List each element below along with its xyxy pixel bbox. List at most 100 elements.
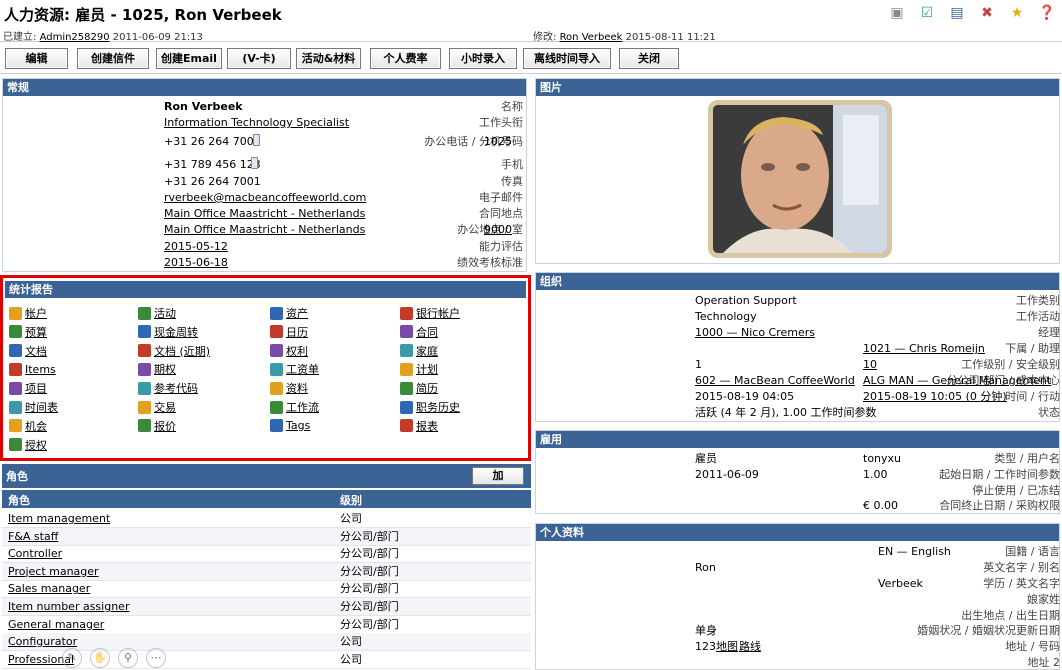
field-extra: tonyxu	[863, 452, 902, 465]
field-value: 2015-08-19 04:05	[695, 390, 795, 403]
field-extra[interactable]: ALG MAN — General Management	[863, 373, 1051, 388]
stats-item[interactable]: 报价	[138, 417, 176, 435]
edit-button[interactable]: 编辑	[5, 48, 68, 69]
stats-item[interactable]: 职务历史	[400, 398, 460, 416]
field-value[interactable]: Main Office Maastricht - Netherlands	[164, 206, 365, 221]
modified-by-link[interactable]: Ron Verbeek	[560, 32, 623, 43]
created-by-link[interactable]: Admin258290	[40, 32, 110, 43]
stats-item[interactable]: 报表	[400, 417, 438, 435]
stats-item-label: 授权	[25, 438, 47, 452]
stats-item[interactable]: 期权	[138, 360, 176, 378]
field-value[interactable]: 2015-05-12	[164, 239, 228, 254]
stats-item[interactable]: 文档 (近期)	[138, 342, 210, 360]
role-name-link[interactable]: General manager	[8, 616, 104, 633]
field-extra[interactable]: 9000	[484, 222, 512, 237]
tools-icon[interactable]: ✖	[978, 4, 996, 22]
star-icon[interactable]: ★	[1008, 4, 1026, 22]
create-letter-button[interactable]: 创建信件	[77, 48, 149, 69]
stats-item[interactable]: 时间表	[9, 398, 58, 416]
report-icon	[9, 381, 22, 395]
stats-item[interactable]: 交易	[138, 398, 176, 416]
field-value: +31 26 264 7000	[164, 135, 261, 148]
table-row: F&A staff 分公司/部门	[2, 527, 531, 546]
activities-materials-button[interactable]: 活动&材料	[296, 48, 361, 69]
route-link[interactable]: 路线	[739, 639, 761, 654]
stats-item[interactable]: 合同	[400, 323, 438, 341]
role-name-link[interactable]: Sales manager	[8, 580, 90, 597]
personal-field: 娘家姓	[535, 592, 1060, 607]
help-icon[interactable]: ❓	[1038, 4, 1056, 22]
stats-item-label: 现金周转	[154, 325, 198, 339]
hours-entry-button[interactable]: 小时录入	[449, 48, 517, 69]
stats-item[interactable]: 工作流	[270, 398, 319, 416]
stats-item[interactable]: 参考代码	[138, 379, 198, 397]
report-icon	[9, 400, 22, 414]
stats-item[interactable]: 简历	[400, 379, 438, 397]
field-extra: 1.00	[863, 468, 888, 481]
map-link[interactable]: 地图	[716, 639, 738, 654]
stats-item[interactable]: Items	[9, 360, 56, 378]
role-name-link[interactable]: Controller	[8, 545, 62, 562]
field-extra[interactable]: 1021 — Chris Romeijn	[863, 341, 985, 356]
phone-icon[interactable]	[253, 134, 260, 146]
create-email-button[interactable]: 创建Email	[156, 48, 222, 69]
edit-circle-icon[interactable]: ✎	[62, 648, 82, 668]
stats-item-label: 项目	[25, 382, 47, 396]
field-value[interactable]: 602 — MacBean CoffeeWorld	[695, 373, 855, 388]
field-value[interactable]: 2015-06-18	[164, 255, 228, 270]
role-level: 分公司/部门	[340, 529, 399, 543]
role-name-link[interactable]: Project manager	[8, 563, 99, 580]
stats-item-label: 文档 (近期)	[154, 344, 211, 358]
more-icon[interactable]: ⋯	[146, 648, 166, 668]
checklist-icon[interactable]: ☑	[918, 4, 936, 22]
table-row: Controller 分公司/部门	[2, 545, 531, 564]
stats-item[interactable]: 活动	[138, 304, 176, 322]
stats-item[interactable]: 帐户	[9, 304, 47, 322]
stats-item[interactable]: 现金周转	[138, 323, 198, 341]
role-name-link[interactable]: Item management	[8, 510, 110, 527]
report-icon	[400, 344, 413, 358]
stats-item[interactable]: 家庭	[400, 342, 438, 360]
stats-item[interactable]: 工资单	[270, 360, 319, 378]
stats-item[interactable]: 项目	[9, 379, 47, 397]
phone-icon[interactable]	[251, 157, 258, 169]
stats-item[interactable]: 资产	[270, 304, 308, 322]
report-icon	[400, 362, 413, 376]
stats-item[interactable]: 预算	[9, 323, 47, 341]
modified-label: 修改:	[533, 32, 557, 43]
database-icon[interactable]: ▣	[888, 4, 906, 22]
field-value[interactable]: Information Technology Specialist	[164, 115, 349, 130]
field-label: 婚姻状况 / 婚姻状况更新日期	[917, 624, 1060, 637]
stats-item[interactable]: 银行帐户	[400, 304, 460, 322]
title-bar: 人力资源: 雇员 - 1025, Ron Verbeek ▣ ☑ ▤ ✖ ★ ❓	[0, 0, 1062, 26]
add-role-button[interactable]: 加	[472, 467, 524, 485]
role-name-link[interactable]: F&A staff	[8, 528, 58, 545]
stats-item[interactable]: 计划	[400, 360, 438, 378]
stats-item-label: 计划	[416, 363, 438, 377]
field-value: +31 789 456 123	[164, 158, 261, 171]
role-level: 公司	[340, 635, 362, 649]
zoom-icon[interactable]: ⚲	[118, 648, 138, 668]
stats-item[interactable]: Tags	[270, 417, 310, 435]
stats-item[interactable]: 资料	[270, 379, 308, 397]
field-label: 工作级别 / 安全级别	[961, 358, 1060, 371]
report-icon	[138, 381, 151, 395]
field-value[interactable]: 1000 — Nico Cremers	[695, 325, 815, 340]
stats-item[interactable]: 文档	[9, 342, 47, 360]
role-name-link[interactable]: Item number assigner	[8, 598, 129, 615]
chart-icon[interactable]: ▤	[948, 4, 966, 22]
personal-rates-button[interactable]: 个人费率	[370, 48, 441, 69]
stats-item[interactable]: 机会	[9, 417, 47, 435]
field-extra[interactable]: 2015-08-19 10:05 (0 分钟)	[863, 389, 1007, 404]
vcard-button[interactable]: (V-卡)	[227, 48, 291, 69]
offline-time-import-button[interactable]: 离线时间导入	[523, 48, 611, 69]
personal-field: 国籍 / 语言 EN — English	[535, 544, 1060, 559]
stats-item[interactable]: 日历	[270, 323, 308, 341]
stats-item[interactable]: 授权	[9, 436, 47, 454]
close-button[interactable]: 关闭	[619, 48, 679, 69]
field-value[interactable]: rverbeek@macbeancoffeeworld.com	[164, 190, 366, 205]
field-extra[interactable]: 10	[863, 357, 877, 372]
stats-item[interactable]: 权利	[270, 342, 308, 360]
field-value[interactable]: Main Office Maastricht - Netherlands	[164, 222, 365, 237]
hand-icon[interactable]: ✋	[90, 648, 110, 668]
